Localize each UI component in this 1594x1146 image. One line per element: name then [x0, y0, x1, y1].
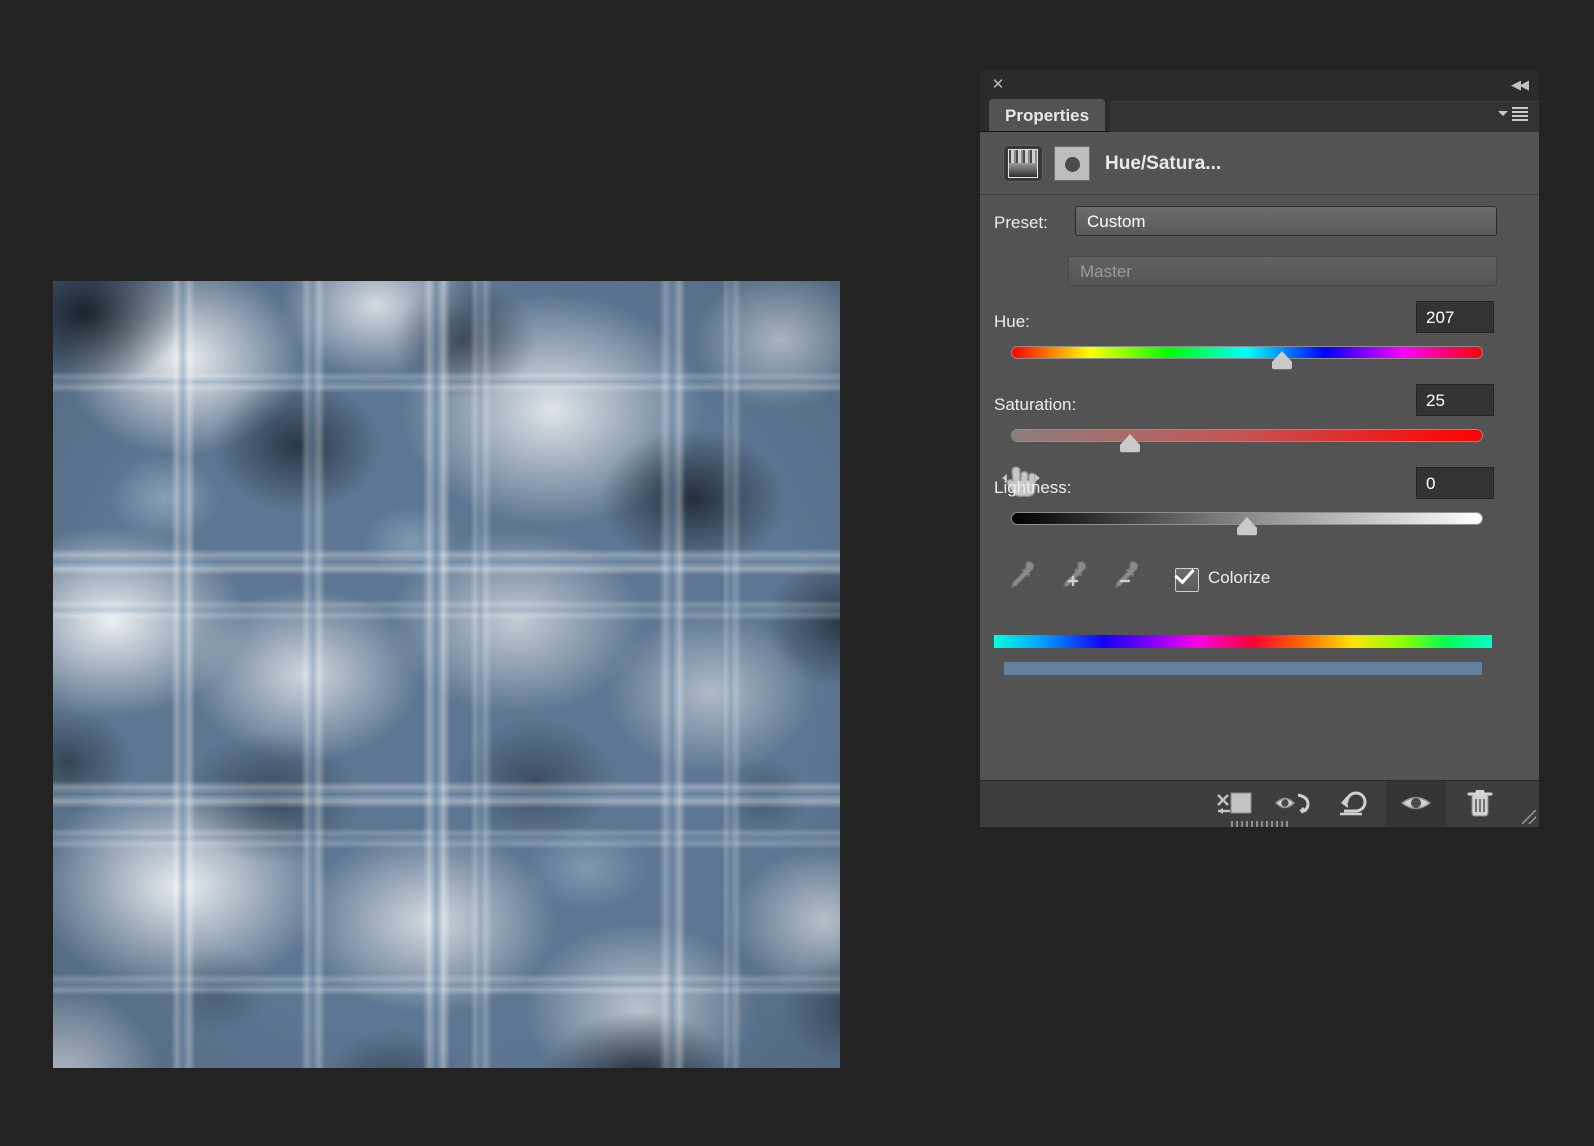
close-icon[interactable]: ✕: [990, 77, 1006, 93]
layer-mask-thumbnail[interactable]: [1055, 147, 1089, 180]
tabstrip-filler: [1110, 101, 1539, 132]
reset-adjustment-button[interactable]: [1326, 781, 1386, 826]
chevron-down-icon: [1498, 111, 1508, 116]
saturation-slider[interactable]: [1012, 430, 1482, 452]
channel-select[interactable]: Master: [1068, 256, 1497, 286]
checkmark-icon: [1174, 563, 1195, 585]
adjustment-header: Hue/Satura...: [980, 132, 1539, 195]
colorize-label: Colorize: [1208, 568, 1271, 587]
lightness-input[interactable]: 0: [1416, 467, 1494, 499]
panel-body: Preset: Custom Master Hue: 207 Saturatio…: [980, 195, 1539, 780]
saturation-input[interactable]: 25: [1416, 384, 1494, 416]
delete-adjustment-layer-button[interactable]: [1450, 781, 1510, 826]
toggle-previous-state-button[interactable]: [1266, 781, 1326, 826]
saturation-label: Saturation:: [994, 395, 1077, 414]
properties-panel: ✕ ◀◀ Properties Hue/Satura... Preset: Cu…: [980, 71, 1539, 827]
texture-vignette: [53, 281, 840, 1068]
saturation-slider-track: [1012, 430, 1482, 441]
preset-select[interactable]: Custom: [1075, 206, 1497, 236]
clip-to-layer-button[interactable]: [1206, 781, 1266, 826]
panel-resize-grip[interactable]: [1522, 810, 1536, 824]
app-root: ✕ ◀◀ Properties Hue/Satura... Preset: Cu…: [0, 0, 1594, 1146]
collapse-to-icons-icon[interactable]: ◀◀: [1511, 78, 1529, 92]
hue-slider[interactable]: [1012, 347, 1482, 369]
hue-spectrum-bar[interactable]: [994, 635, 1492, 648]
panel-titlebar: ✕ ◀◀: [980, 71, 1539, 99]
panel-drag-grip[interactable]: [1230, 821, 1289, 827]
hue-saturation-adjustment-icon[interactable]: [1003, 145, 1043, 182]
eyedropper-sample-icon[interactable]: [1004, 558, 1038, 592]
preset-label: Preset:: [994, 213, 1048, 232]
page-title: Hue/Satura...: [1105, 153, 1222, 174]
lightness-label: Lightness:: [994, 478, 1072, 497]
tab-properties[interactable]: Properties: [989, 99, 1106, 131]
hue-label: Hue:: [994, 312, 1030, 331]
toggle-layer-visibility-button[interactable]: [1386, 781, 1446, 826]
canvas-image[interactable]: [53, 281, 840, 1068]
result-color-bar[interactable]: [1004, 662, 1482, 675]
hue-slider-thumb[interactable]: [1272, 351, 1293, 369]
hue-slider-track: [1012, 347, 1482, 358]
panel-footer: [980, 780, 1539, 827]
hamburger-icon: [1512, 107, 1528, 123]
panel-tabstrip: Properties: [980, 99, 1539, 132]
saturation-slider-thumb[interactable]: [1119, 434, 1140, 452]
eyedropper-subtract-from-sample-icon[interactable]: [1108, 558, 1142, 592]
eyedropper-add-to-sample-icon[interactable]: [1056, 558, 1090, 592]
lightness-slider-thumb[interactable]: [1237, 517, 1257, 535]
hue-input[interactable]: 207: [1416, 301, 1494, 333]
panel-menu-icon[interactable]: [1498, 107, 1528, 123]
colorize-checkbox[interactable]: [1174, 563, 1199, 592]
lightness-slider[interactable]: [1012, 513, 1482, 535]
